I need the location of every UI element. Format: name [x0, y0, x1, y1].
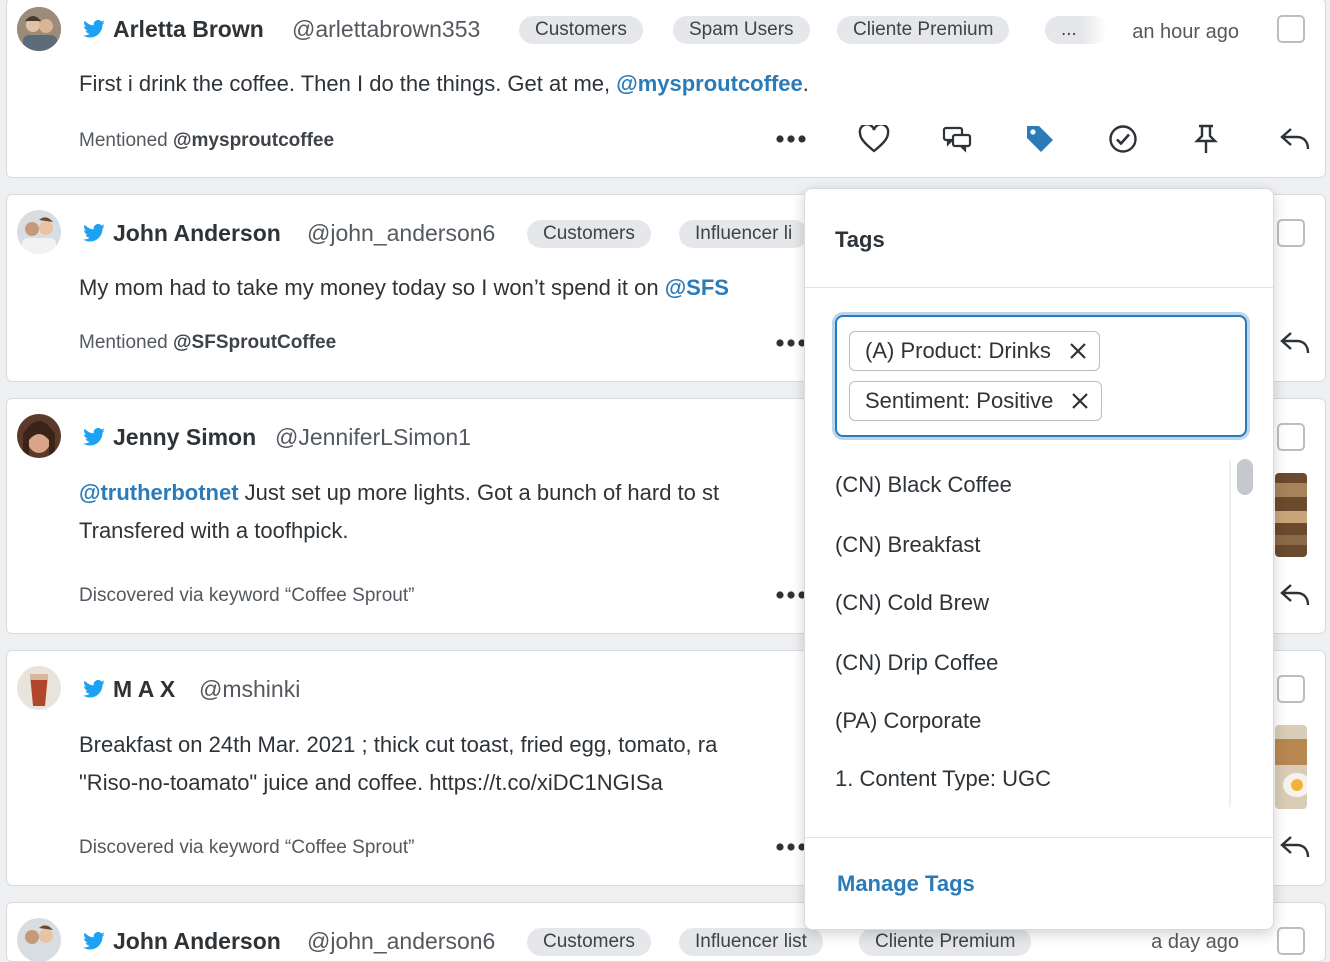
reply-icon[interactable] [1275, 827, 1315, 867]
tag-pill: Customers [527, 928, 651, 956]
scrollbar-track [1229, 459, 1231, 807]
chip-label: Sentiment: Positive [865, 388, 1054, 413]
tag-pill: Influencer li [679, 220, 809, 248]
footer-mention: @SFSproutCoffee [173, 332, 337, 353]
divider [805, 837, 1273, 838]
pin-icon[interactable] [1186, 119, 1226, 159]
author-name[interactable]: John Anderson [113, 928, 281, 955]
body-text: First i drink the coffee. Then I do the … [79, 71, 617, 96]
author-name[interactable]: Jenny Simon [113, 424, 256, 451]
body-text: . [802, 71, 809, 96]
body-text: Just set up more lights. Got a bunch of … [238, 480, 720, 505]
footer-label: Mentioned [79, 130, 174, 151]
select-checkbox[interactable] [1277, 423, 1305, 451]
author-handle[interactable]: @arlettabrown353 [292, 16, 480, 43]
twitter-icon [83, 20, 105, 38]
media-thumbnail[interactable] [1275, 725, 1307, 809]
avatar[interactable] [17, 7, 61, 51]
scrollbar-thumb[interactable] [1237, 459, 1253, 495]
complete-icon[interactable] [1103, 119, 1143, 159]
chip-label: (A) Product: Drinks [865, 338, 1051, 363]
select-checkbox[interactable] [1277, 927, 1305, 955]
tag-pill: Spam Users [673, 16, 810, 44]
avatar[interactable] [17, 666, 61, 710]
tag-pill: Customers [527, 220, 651, 248]
twitter-icon [83, 932, 105, 950]
author-handle[interactable]: @mshinki [199, 676, 300, 703]
media-thumbnail[interactable] [1275, 473, 1307, 557]
select-checkbox[interactable] [1277, 675, 1305, 703]
author-name[interactable]: John Anderson [113, 220, 281, 247]
message-body: My mom had to take my money today so I w… [79, 269, 729, 307]
tag-option[interactable]: (CN) Black Coffee [835, 472, 1012, 498]
message-body-line: Transfered with a toofhpick. [79, 518, 349, 543]
message-footer: Mentioned @SFSproutCoffee [79, 332, 336, 354]
tag-option[interactable]: (CN) Cold Brew [835, 590, 989, 616]
footer-mention: @mysproutcoffee [173, 130, 335, 151]
author-name[interactable]: Arletta Brown [113, 16, 264, 43]
reply-icon[interactable] [1275, 575, 1315, 615]
tag-option[interactable]: (CN) Drip Coffee [835, 650, 998, 676]
tag-option[interactable]: 1. Content Type: UGC [835, 766, 1051, 792]
select-checkbox[interactable] [1277, 219, 1305, 247]
twitter-icon [83, 428, 105, 446]
timestamp: an hour ago [1132, 21, 1239, 43]
mention-link[interactable]: @SFS [665, 275, 729, 300]
message-body: First i drink the coffee. Then I do the … [79, 65, 809, 103]
author-handle[interactable]: @john_anderson6 [307, 220, 495, 247]
message-body: Breakfast on 24th Mar. 2021 ; thick cut … [79, 732, 718, 757]
message-footer: Mentioned @mysproutcoffee [79, 130, 334, 152]
message-body-line: "Riso-no-toamato" juice and coffee. http… [79, 770, 663, 795]
tag-options-list: (CN) Black Coffee (CN) Breakfast (CN) Co… [805, 457, 1273, 807]
heart-icon[interactable] [854, 119, 894, 159]
avatar[interactable] [17, 414, 61, 458]
selected-tag-chip: (A) Product: Drinks [849, 331, 1100, 371]
select-checkbox[interactable] [1277, 15, 1305, 43]
tags-dropdown: Tags (A) Product: Drinks Sentiment: Posi… [804, 188, 1274, 930]
twitter-icon [83, 680, 105, 698]
tag-pill: Influencer list [679, 928, 823, 956]
avatar[interactable] [17, 210, 61, 254]
tag-pill: Customers [519, 16, 643, 44]
action-bar [771, 119, 1325, 159]
author-name[interactable]: M A X [113, 676, 175, 703]
tag-selector-input[interactable]: (A) Product: Drinks Sentiment: Positive [835, 315, 1247, 437]
message-card[interactable]: Arletta Brown @arlettabrown353 Customers… [6, 0, 1326, 178]
divider [805, 287, 1273, 288]
author-handle[interactable]: @john_anderson6 [307, 928, 495, 955]
message-body: @trutherbotnet Just set up more lights. … [79, 474, 719, 512]
dropdown-title: Tags [835, 227, 885, 252]
avatar[interactable] [17, 918, 61, 961]
footer-label: Mentioned [79, 332, 174, 353]
mention-link[interactable]: @trutherbotnet [79, 480, 239, 505]
message-footer: Discovered via keyword “Coffee Sprout” [79, 585, 415, 606]
message-footer: Discovered via keyword “Coffee Sprout” [79, 837, 415, 858]
tag-pill: Cliente Premium [837, 16, 1010, 44]
remove-icon[interactable] [1071, 392, 1089, 410]
reply-icon[interactable] [1275, 323, 1315, 363]
message-feed: Arletta Brown @arlettabrown353 Customers… [0, 0, 1330, 962]
tag-icon[interactable] [1020, 119, 1060, 159]
remove-icon[interactable] [1069, 342, 1087, 360]
tag-option[interactable]: (CN) Breakfast [835, 532, 980, 558]
manage-tags-link[interactable]: Manage Tags [837, 871, 975, 897]
tag-pill: Cliente Premium [859, 928, 1032, 956]
selected-tag-chip: Sentiment: Positive [849, 381, 1103, 421]
more-tags-pill[interactable]: ... [1045, 16, 1107, 44]
twitter-icon [83, 224, 105, 242]
reply-icon[interactable] [1275, 119, 1315, 159]
mention-link[interactable]: @mysproutcoffee [616, 71, 802, 96]
author-handle[interactable]: @JenniferLSimon1 [275, 424, 471, 451]
tag-option[interactable]: (PA) Corporate [835, 708, 981, 734]
body-text: My mom had to take my money today so I w… [79, 275, 665, 300]
more-icon[interactable] [771, 119, 811, 159]
conversation-icon[interactable] [937, 119, 977, 159]
timestamp: a day ago [1151, 931, 1239, 953]
